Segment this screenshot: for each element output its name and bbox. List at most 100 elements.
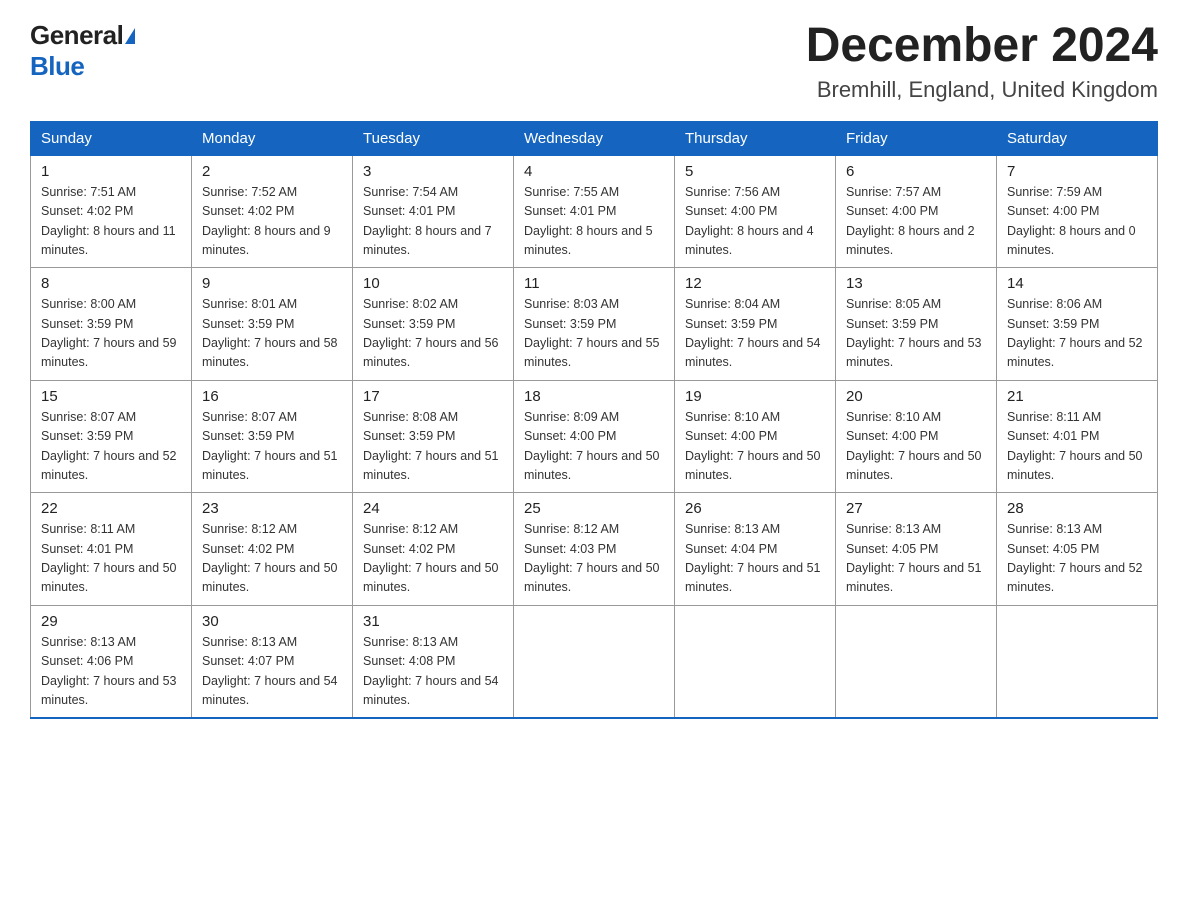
calendar-week-row: 8 Sunrise: 8:00 AMSunset: 3:59 PMDayligh… — [31, 268, 1158, 381]
calendar-cell: 13 Sunrise: 8:05 AMSunset: 3:59 PMDaylig… — [836, 268, 997, 381]
col-header-thursday: Thursday — [675, 121, 836, 155]
day-info: Sunrise: 8:10 AMSunset: 4:00 PMDaylight:… — [685, 410, 821, 482]
calendar-header-row: SundayMondayTuesdayWednesdayThursdayFrid… — [31, 121, 1158, 155]
day-number: 15 — [41, 388, 181, 405]
calendar-cell: 1 Sunrise: 7:51 AMSunset: 4:02 PMDayligh… — [31, 155, 192, 268]
calendar-cell — [836, 605, 997, 718]
day-number: 12 — [685, 275, 825, 292]
day-info: Sunrise: 8:03 AMSunset: 3:59 PMDaylight:… — [524, 297, 660, 369]
day-number: 21 — [1007, 388, 1147, 405]
day-info: Sunrise: 8:07 AMSunset: 3:59 PMDaylight:… — [202, 410, 338, 482]
day-number: 28 — [1007, 500, 1147, 517]
day-number: 20 — [846, 388, 986, 405]
calendar-cell: 7 Sunrise: 7:59 AMSunset: 4:00 PMDayligh… — [997, 155, 1158, 268]
calendar-cell: 15 Sunrise: 8:07 AMSunset: 3:59 PMDaylig… — [31, 380, 192, 493]
calendar-cell: 10 Sunrise: 8:02 AMSunset: 3:59 PMDaylig… — [353, 268, 514, 381]
calendar-cell: 5 Sunrise: 7:56 AMSunset: 4:00 PMDayligh… — [675, 155, 836, 268]
day-info: Sunrise: 7:59 AMSunset: 4:00 PMDaylight:… — [1007, 185, 1136, 257]
calendar-week-row: 29 Sunrise: 8:13 AMSunset: 4:06 PMDaylig… — [31, 605, 1158, 718]
day-info: Sunrise: 7:56 AMSunset: 4:00 PMDaylight:… — [685, 185, 814, 257]
calendar-cell: 14 Sunrise: 8:06 AMSunset: 3:59 PMDaylig… — [997, 268, 1158, 381]
calendar-cell: 22 Sunrise: 8:11 AMSunset: 4:01 PMDaylig… — [31, 493, 192, 606]
calendar-cell: 17 Sunrise: 8:08 AMSunset: 3:59 PMDaylig… — [353, 380, 514, 493]
day-number: 1 — [41, 163, 181, 180]
col-header-friday: Friday — [836, 121, 997, 155]
calendar-cell: 9 Sunrise: 8:01 AMSunset: 3:59 PMDayligh… — [192, 268, 353, 381]
day-info: Sunrise: 8:12 AMSunset: 4:02 PMDaylight:… — [202, 522, 338, 594]
day-info: Sunrise: 8:02 AMSunset: 3:59 PMDaylight:… — [363, 297, 499, 369]
day-number: 27 — [846, 500, 986, 517]
month-title: December 2024 — [806, 20, 1158, 73]
logo-triangle-icon — [125, 28, 135, 44]
day-number: 11 — [524, 275, 664, 292]
day-info: Sunrise: 7:51 AMSunset: 4:02 PMDaylight:… — [41, 185, 176, 257]
day-info: Sunrise: 8:12 AMSunset: 4:02 PMDaylight:… — [363, 522, 499, 594]
day-number: 6 — [846, 163, 986, 180]
day-info: Sunrise: 7:52 AMSunset: 4:02 PMDaylight:… — [202, 185, 331, 257]
day-info: Sunrise: 8:06 AMSunset: 3:59 PMDaylight:… — [1007, 297, 1143, 369]
day-number: 13 — [846, 275, 986, 292]
calendar-week-row: 22 Sunrise: 8:11 AMSunset: 4:01 PMDaylig… — [31, 493, 1158, 606]
calendar-cell: 21 Sunrise: 8:11 AMSunset: 4:01 PMDaylig… — [997, 380, 1158, 493]
day-number: 17 — [363, 388, 503, 405]
day-number: 5 — [685, 163, 825, 180]
title-area: December 2024 Bremhill, England, United … — [806, 20, 1158, 103]
col-header-wednesday: Wednesday — [514, 121, 675, 155]
calendar-cell: 11 Sunrise: 8:03 AMSunset: 3:59 PMDaylig… — [514, 268, 675, 381]
calendar-cell: 12 Sunrise: 8:04 AMSunset: 3:59 PMDaylig… — [675, 268, 836, 381]
calendar-cell: 2 Sunrise: 7:52 AMSunset: 4:02 PMDayligh… — [192, 155, 353, 268]
calendar-cell: 31 Sunrise: 8:13 AMSunset: 4:08 PMDaylig… — [353, 605, 514, 718]
day-info: Sunrise: 8:08 AMSunset: 3:59 PMDaylight:… — [363, 410, 499, 482]
day-info: Sunrise: 8:12 AMSunset: 4:03 PMDaylight:… — [524, 522, 660, 594]
day-info: Sunrise: 8:13 AMSunset: 4:05 PMDaylight:… — [1007, 522, 1143, 594]
day-info: Sunrise: 8:13 AMSunset: 4:08 PMDaylight:… — [363, 635, 499, 707]
day-number: 24 — [363, 500, 503, 517]
day-info: Sunrise: 8:13 AMSunset: 4:04 PMDaylight:… — [685, 522, 821, 594]
day-info: Sunrise: 8:10 AMSunset: 4:00 PMDaylight:… — [846, 410, 982, 482]
calendar-cell: 8 Sunrise: 8:00 AMSunset: 3:59 PMDayligh… — [31, 268, 192, 381]
calendar-cell: 24 Sunrise: 8:12 AMSunset: 4:02 PMDaylig… — [353, 493, 514, 606]
calendar-cell: 20 Sunrise: 8:10 AMSunset: 4:00 PMDaylig… — [836, 380, 997, 493]
day-number: 30 — [202, 613, 342, 630]
day-number: 7 — [1007, 163, 1147, 180]
day-number: 26 — [685, 500, 825, 517]
day-number: 29 — [41, 613, 181, 630]
day-info: Sunrise: 7:54 AMSunset: 4:01 PMDaylight:… — [363, 185, 492, 257]
col-header-sunday: Sunday — [31, 121, 192, 155]
col-header-saturday: Saturday — [997, 121, 1158, 155]
calendar-cell: 3 Sunrise: 7:54 AMSunset: 4:01 PMDayligh… — [353, 155, 514, 268]
day-info: Sunrise: 8:05 AMSunset: 3:59 PMDaylight:… — [846, 297, 982, 369]
calendar-cell — [514, 605, 675, 718]
day-info: Sunrise: 8:00 AMSunset: 3:59 PMDaylight:… — [41, 297, 177, 369]
calendar-cell: 19 Sunrise: 8:10 AMSunset: 4:00 PMDaylig… — [675, 380, 836, 493]
day-number: 10 — [363, 275, 503, 292]
location-title: Bremhill, England, United Kingdom — [806, 77, 1158, 103]
day-info: Sunrise: 8:07 AMSunset: 3:59 PMDaylight:… — [41, 410, 177, 482]
day-info: Sunrise: 8:11 AMSunset: 4:01 PMDaylight:… — [41, 522, 177, 594]
day-number: 18 — [524, 388, 664, 405]
calendar-cell: 30 Sunrise: 8:13 AMSunset: 4:07 PMDaylig… — [192, 605, 353, 718]
day-number: 23 — [202, 500, 342, 517]
calendar-week-row: 1 Sunrise: 7:51 AMSunset: 4:02 PMDayligh… — [31, 155, 1158, 268]
calendar-cell — [675, 605, 836, 718]
col-header-tuesday: Tuesday — [353, 121, 514, 155]
calendar-cell: 29 Sunrise: 8:13 AMSunset: 4:06 PMDaylig… — [31, 605, 192, 718]
calendar-cell — [997, 605, 1158, 718]
calendar-cell: 18 Sunrise: 8:09 AMSunset: 4:00 PMDaylig… — [514, 380, 675, 493]
day-number: 16 — [202, 388, 342, 405]
day-number: 8 — [41, 275, 181, 292]
day-info: Sunrise: 8:09 AMSunset: 4:00 PMDaylight:… — [524, 410, 660, 482]
day-info: Sunrise: 7:55 AMSunset: 4:01 PMDaylight:… — [524, 185, 653, 257]
day-info: Sunrise: 8:11 AMSunset: 4:01 PMDaylight:… — [1007, 410, 1143, 482]
day-info: Sunrise: 7:57 AMSunset: 4:00 PMDaylight:… — [846, 185, 975, 257]
day-number: 9 — [202, 275, 342, 292]
calendar-cell: 27 Sunrise: 8:13 AMSunset: 4:05 PMDaylig… — [836, 493, 997, 606]
day-info: Sunrise: 8:04 AMSunset: 3:59 PMDaylight:… — [685, 297, 821, 369]
calendar-cell: 26 Sunrise: 8:13 AMSunset: 4:04 PMDaylig… — [675, 493, 836, 606]
day-number: 3 — [363, 163, 503, 180]
day-number: 19 — [685, 388, 825, 405]
logo: General Blue — [30, 20, 135, 82]
day-info: Sunrise: 8:01 AMSunset: 3:59 PMDaylight:… — [202, 297, 338, 369]
day-info: Sunrise: 8:13 AMSunset: 4:05 PMDaylight:… — [846, 522, 982, 594]
calendar-cell: 25 Sunrise: 8:12 AMSunset: 4:03 PMDaylig… — [514, 493, 675, 606]
